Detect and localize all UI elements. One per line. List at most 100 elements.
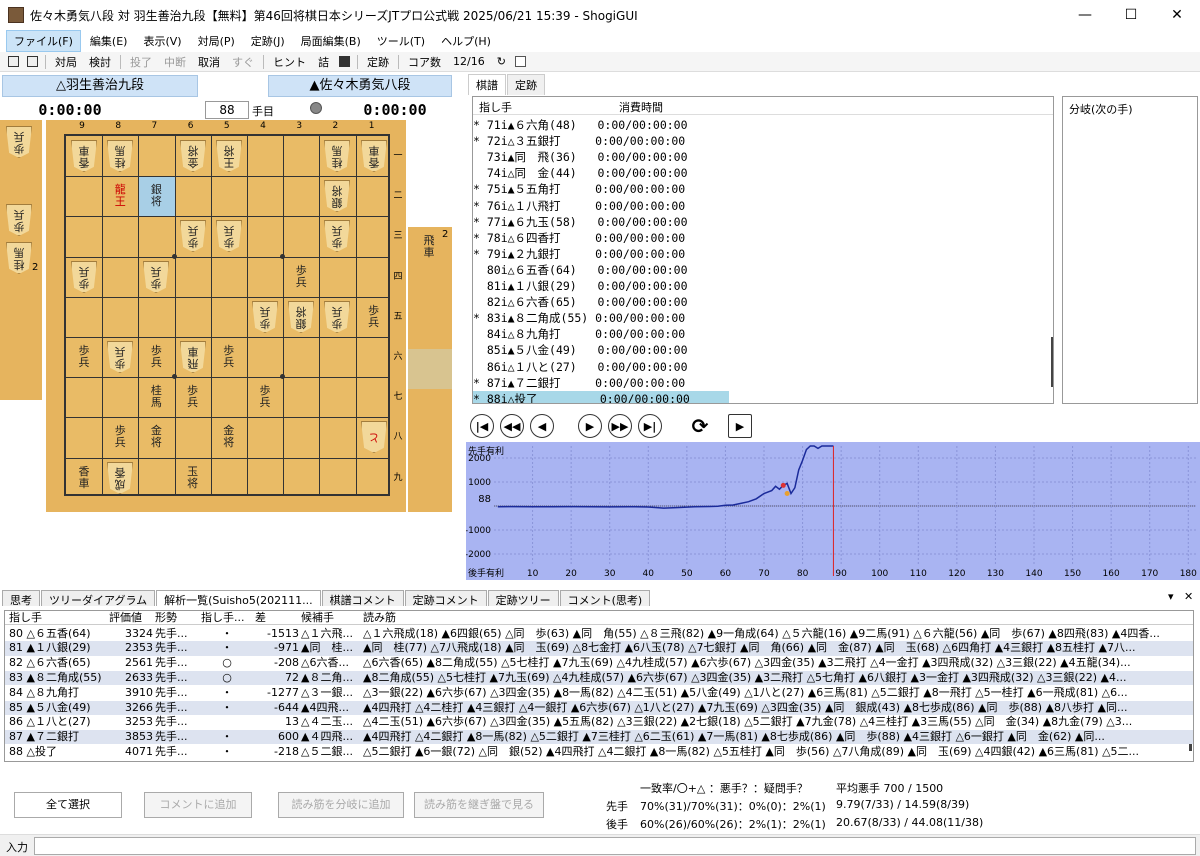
shogi-piece[interactable]: 歩兵 — [324, 220, 350, 252]
dropdown-icon[interactable]: ▾ — [1168, 590, 1174, 603]
resign-button[interactable]: 投了 — [124, 54, 158, 70]
shogi-piece[interactable]: 桂馬 — [6, 242, 32, 274]
shogi-piece[interactable]: 歩兵 — [216, 220, 242, 252]
stop-icon[interactable] — [339, 56, 350, 67]
kifu-row[interactable]: * 77i▲６九玉(58) 0:00/00:00:00 — [473, 214, 729, 230]
table-row[interactable]: 84 △８九角打 3910 先手... ・ -1277 △３一銀... △3一銀(22) ▲… — [5, 686, 1193, 700]
forward-button[interactable]: ▶ — [578, 414, 602, 438]
kifu-row[interactable]: * 79i▲２九銀打 0:00/00:00:00 — [473, 246, 729, 262]
shogi-board[interactable]: 香車桂馬金将王将桂馬香車龍王銀将銀将歩兵歩兵歩兵歩兵歩兵歩兵歩兵銀将歩兵歩兵歩兵… — [46, 120, 406, 512]
joseki-button[interactable]: 定跡 — [361, 54, 395, 70]
first-move-button[interactable]: |◀ — [470, 414, 494, 438]
table-row[interactable]: 88 △投了 4071 先手... ・ -218 △５二銀... △5二銀打 ▲6一銀(72… — [5, 745, 1193, 759]
shogi-piece[interactable]: 桂馬 — [143, 381, 169, 413]
table-row[interactable]: 81 ▲１八銀(29) 2353 先手... ・ -971 ▲同 桂... ▲同 桂(77)… — [5, 641, 1193, 656]
kifu-scrollbar[interactable] — [1051, 337, 1053, 387]
last-move-button[interactable]: ▶| — [638, 414, 662, 438]
column-header[interactable]: 形勢 — [155, 611, 199, 624]
analysis-tab[interactable]: 定跡コメント — [404, 590, 487, 607]
shogi-piece[interactable]: 歩兵 — [252, 301, 278, 333]
table-row[interactable]: 82 △６六香(65) 2561 先手... ○ -208 △6六香... △6六香(65)… — [5, 656, 1193, 670]
shogi-piece[interactable]: 歩兵 — [107, 341, 133, 373]
menu-file[interactable]: ファイル(F) — [6, 30, 81, 52]
analysis-tab[interactable]: 思考 — [2, 590, 40, 607]
kifu-row[interactable]: * 78i△６四香打 0:00/00:00:00 — [473, 230, 729, 246]
shogi-piece[interactable]: 歩兵 — [143, 261, 169, 293]
shogi-piece[interactable]: 飛車 — [180, 341, 206, 373]
column-header[interactable]: 差 — [255, 611, 299, 624]
column-header[interactable]: 読み筋 — [363, 611, 1189, 624]
column-header[interactable]: 指し手 — [9, 611, 107, 624]
toolbar-checkbox[interactable] — [514, 56, 526, 67]
shogi-piece[interactable]: 玉将 — [180, 462, 206, 494]
shogi-piece[interactable]: 香車 — [71, 462, 97, 494]
shogi-piece[interactable]: 歩兵 — [143, 341, 169, 373]
kifu-row[interactable]: 85i▲５八金(49) 0:00/00:00:00 — [473, 342, 729, 358]
refresh-icon[interactable]: ↻ — [491, 55, 512, 68]
kifu-row[interactable]: * 71i▲６六角(48) 0:00/00:00:00 — [473, 117, 729, 133]
shogi-piece[interactable]: 歩兵 — [71, 341, 97, 373]
kifu-row[interactable]: 74i△同 金(44) 0:00/00:00:00 — [473, 165, 729, 181]
analysis-tab[interactable]: 解析一覧(Suisho5(202111... — [156, 590, 321, 607]
shogi-piece[interactable]: 歩兵 — [6, 204, 32, 236]
shogi-piece[interactable]: 歩兵 — [6, 126, 32, 158]
kifu-row[interactable]: 73i▲同 飛(36) 0:00/00:00:00 — [473, 149, 729, 165]
hint-button[interactable]: ヒント — [267, 54, 312, 70]
menu-edit[interactable]: 編集(E) — [83, 31, 135, 51]
back-many-button[interactable]: ◀◀ — [500, 414, 524, 438]
forward-many-button[interactable]: ▶▶ — [608, 414, 632, 438]
shogi-piece[interactable]: 桂馬 — [324, 140, 350, 172]
kifu-row[interactable]: * 87i▲７二銀打 0:00/00:00:00 — [473, 375, 729, 391]
kifu-row[interactable]: 86i△１八と(27) 0:00/00:00:00 — [473, 359, 729, 375]
kifu-row[interactable]: * 83i▲８二角成(55) 0:00/00:00:00 — [473, 310, 729, 326]
shogi-piece[interactable]: 歩兵 — [180, 381, 206, 413]
maximize-button[interactable]: ☐ — [1108, 0, 1154, 30]
shogi-piece[interactable]: 金将 — [216, 421, 242, 453]
shogi-piece[interactable]: 金将 — [143, 421, 169, 453]
kifu-row[interactable]: * 88i△投了 0:00/00:00:00 — [473, 390, 729, 403]
shogi-piece[interactable]: 香車 — [71, 140, 97, 172]
flip-board-icon[interactable]: ⟳ — [688, 414, 712, 438]
menu-tools[interactable]: ツール(T) — [370, 31, 432, 51]
shogi-piece[interactable]: 銀将 — [324, 180, 350, 212]
shogi-piece[interactable]: 銀将 — [288, 301, 314, 333]
tab-joseki[interactable]: 定跡 — [507, 74, 545, 95]
input-field[interactable] — [34, 837, 1196, 855]
table-row[interactable]: 86 △１八と(27) 3253 先手... 13 △４二玉... △4二玉(51) ▲6… — [5, 715, 1193, 729]
shogi-piece[interactable]: 飛車 — [416, 231, 442, 263]
shogi-piece[interactable]: 歩兵 — [216, 341, 242, 373]
play-game-button[interactable]: 対局 — [49, 54, 83, 70]
minimize-button[interactable]: — — [1062, 0, 1108, 30]
shogi-piece[interactable]: 歩兵 — [324, 301, 350, 333]
kifu-row[interactable]: 82i△６六香(65) 0:00/00:00:00 — [473, 294, 729, 310]
select-all-button[interactable]: 全て選択 — [14, 792, 122, 818]
analyze-button[interactable]: 検討 — [83, 54, 117, 70]
menu-board-edit[interactable]: 局面編集(B) — [294, 31, 368, 51]
table-row[interactable]: 85 ▲５八金(49) 3266 先手... ・ -644 ▲4四飛... ▲4四飛打 △4… — [5, 700, 1193, 715]
tsume-button[interactable]: 詰 — [312, 54, 335, 70]
shogi-piece[interactable]: 歩兵 — [71, 261, 97, 293]
undo-button[interactable]: 取消 — [192, 54, 226, 70]
analysis-tab[interactable]: コメント(思考) — [559, 590, 651, 607]
menu-help[interactable]: ヘルプ(H) — [434, 31, 498, 51]
shogi-piece[interactable]: 歩兵 — [252, 381, 278, 413]
shogi-piece[interactable]: と — [361, 421, 387, 453]
tab-kifu[interactable]: 棋譜 — [468, 74, 506, 95]
menu-joseki[interactable]: 定跡(J) — [244, 31, 292, 51]
shogi-piece[interactable]: 歩兵 — [107, 421, 133, 453]
column-header[interactable]: 指し手... — [201, 611, 253, 624]
shogi-piece[interactable]: 歩兵 — [288, 261, 314, 293]
table-row[interactable]: 80 △６五香(64) 3324 先手... ・ -1513 △１六飛... △１六飛成(1… — [5, 627, 1193, 641]
menu-view[interactable]: 表示(V) — [136, 31, 188, 51]
pause-button[interactable]: 中断 — [158, 54, 192, 70]
shogi-piece[interactable]: 歩兵 — [361, 301, 387, 333]
column-header[interactable]: 候補手 — [301, 611, 361, 624]
shogi-piece[interactable]: 銀将 — [143, 180, 169, 212]
table-row[interactable]: 83 ▲８二角成(55) 2633 先手... ○ 72 ▲８二角... ▲8二角成(55)… — [5, 670, 1193, 686]
close-panel-icon[interactable]: ✕ — [1184, 590, 1193, 603]
add-comment-button[interactable]: コメントに追加 — [144, 792, 252, 818]
column-header[interactable]: 評価値 — [109, 611, 153, 624]
menu-play[interactable]: 対局(P) — [191, 31, 242, 51]
save-icon[interactable] — [27, 56, 38, 67]
analysis-tab[interactable]: 定跡ツリー — [487, 590, 559, 607]
